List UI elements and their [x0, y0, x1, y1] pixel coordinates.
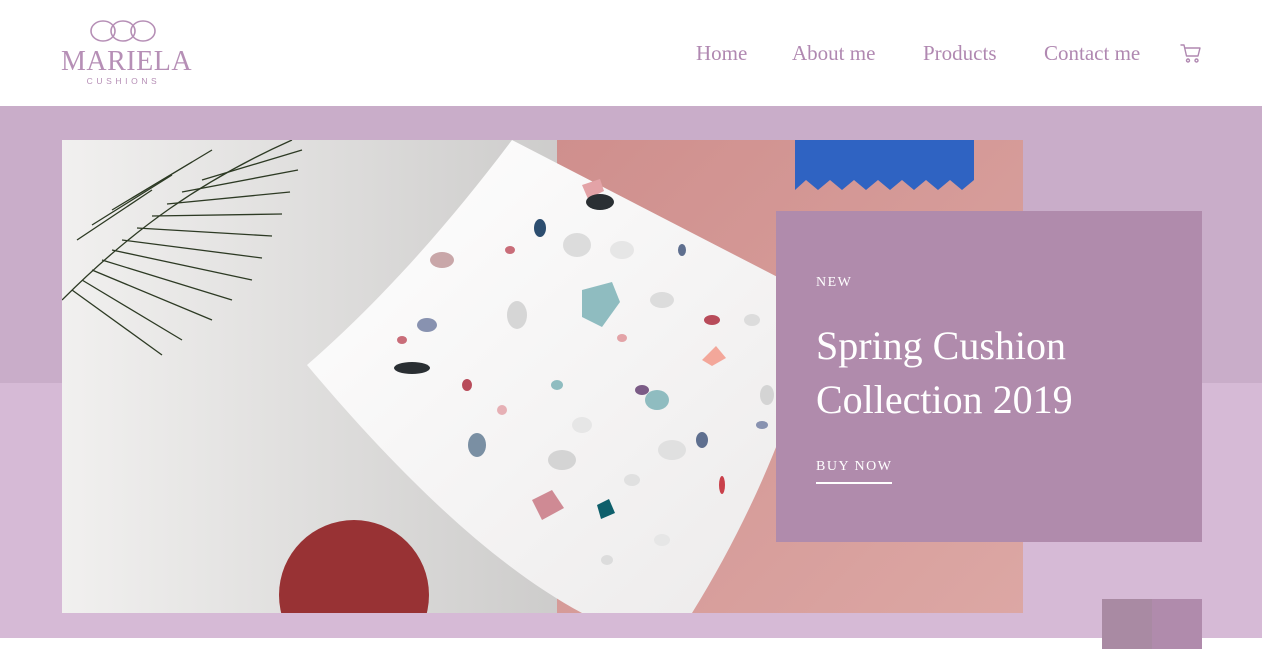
slider-next-button[interactable]	[1152, 599, 1202, 649]
cart-icon[interactable]	[1180, 42, 1202, 64]
brand-name: MARIELA	[61, 46, 193, 77]
promo-tag: NEW	[816, 275, 853, 290]
nav-about-me[interactable]: About me	[792, 40, 875, 66]
promo-card: NEW Spring Cushion Collection 2019 BUY N…	[776, 211, 1202, 542]
infinity-logo-icon	[90, 20, 156, 42]
brand-logo[interactable]: MARIELA CUSHIONS	[61, 18, 193, 88]
nav-home[interactable]: Home	[696, 40, 747, 66]
buy-now-link[interactable]: BUY NOW	[816, 458, 893, 484]
promo-title: Spring Cushion Collection 2019	[816, 323, 1073, 422]
site-header: MARIELA CUSHIONS Home About me Products …	[0, 0, 1262, 106]
slider-prev-button[interactable]	[1102, 599, 1152, 649]
nav-contact-me[interactable]: Contact me	[1044, 40, 1140, 66]
brand-tagline: CUSHIONS	[86, 76, 161, 86]
nav-products[interactable]: Products	[923, 40, 997, 66]
